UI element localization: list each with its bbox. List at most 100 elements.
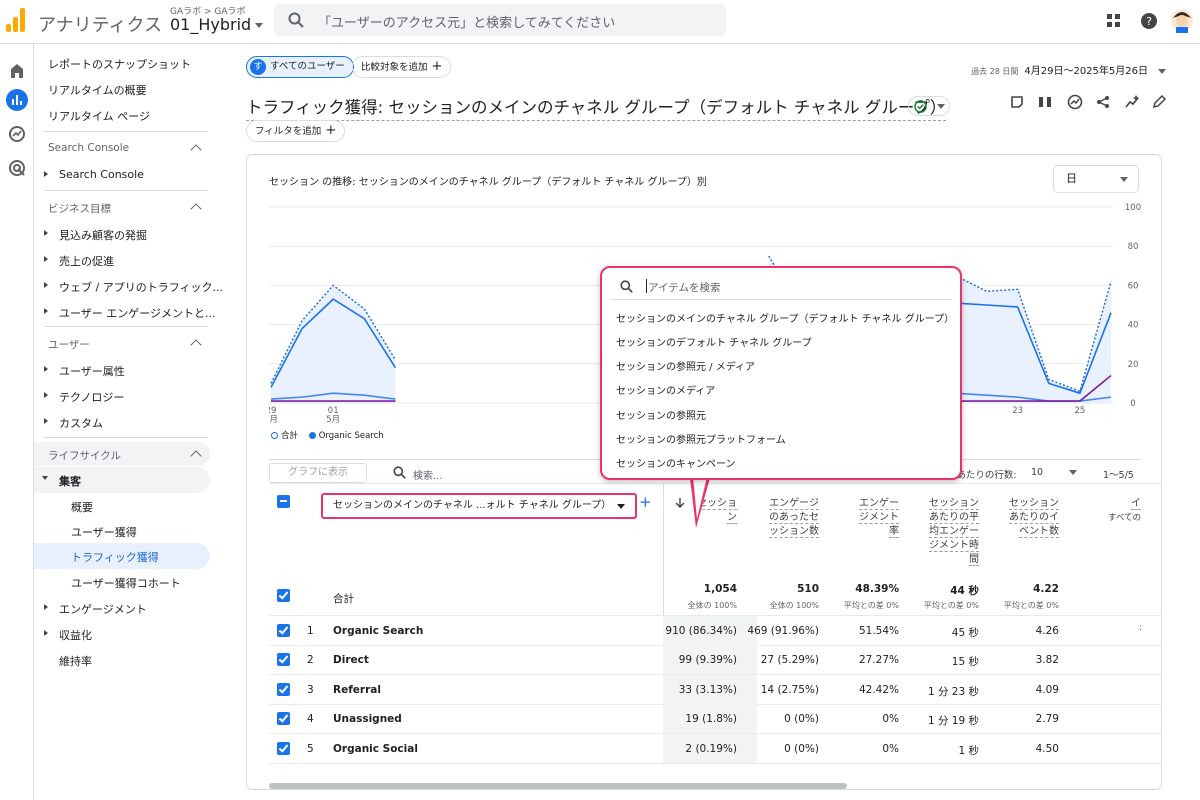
- nav-drive-sales[interactable]: 売上の促進: [59, 253, 114, 269]
- select-all-checkbox[interactable]: [277, 495, 290, 508]
- granularity-select[interactable]: 日: [1053, 165, 1139, 193]
- dimension-option[interactable]: セッションの参照元: [616, 407, 706, 422]
- legend-organic-search[interactable]: Organic Search: [319, 431, 384, 441]
- section-search-console[interactable]: Search Console: [48, 142, 129, 154]
- plot-rows-button[interactable]: グラフに表示: [269, 463, 367, 483]
- home-icon[interactable]: [5, 58, 29, 82]
- chevron-up-icon[interactable]: [190, 144, 202, 156]
- nav-realtime-pages[interactable]: リアルタイム ページ: [48, 108, 150, 124]
- dimension-option[interactable]: セッションのメインのチャネル グループ（デフォルト チャネル グループ）: [616, 310, 954, 325]
- nav-technology[interactable]: テクノロジー: [59, 389, 124, 405]
- channel-name[interactable]: Unassigned: [333, 713, 402, 725]
- segment-chip-all-users[interactable]: すすべてのユーザー: [246, 56, 354, 78]
- metric-header-text: あたりのイ: [1009, 512, 1059, 524]
- avatar[interactable]: [1170, 8, 1194, 34]
- section-lifecycle[interactable]: ライフサイクル: [48, 448, 121, 463]
- trend-sparkle-icon[interactable]: [1124, 94, 1140, 110]
- nav-acquisition[interactable]: 集客: [59, 473, 81, 489]
- dimension-option[interactable]: セッションの参照元 / メディア: [616, 358, 755, 373]
- nav-web-app-traffic[interactable]: ウェブ / アプリのトラフィック...: [59, 279, 223, 295]
- channel-name[interactable]: Referral: [333, 684, 381, 696]
- row-checkbox[interactable]: [277, 624, 290, 637]
- metric-cell: 33 (3.13%): [678, 683, 737, 696]
- main-content: すすべてのユーザー 比較対象を追加 + 過去 28 日間 4月29日～2025年5月…: [212, 44, 1200, 800]
- row-checkbox[interactable]: [277, 682, 290, 696]
- nav-traffic-acquisition[interactable]: トラフィック獲得: [71, 549, 159, 565]
- report-status-button[interactable]: [908, 96, 950, 116]
- row-checkbox[interactable]: [277, 741, 290, 755]
- section-user[interactable]: ユーザー: [48, 337, 90, 352]
- channel-name[interactable]: Organic Social: [333, 743, 418, 755]
- metric-cell: 1 分 23 秒: [927, 685, 979, 698]
- metric-cell: 4.09: [1035, 683, 1059, 696]
- nav-realtime-overview[interactable]: リアルタイムの概要: [48, 82, 147, 98]
- nav-retention[interactable]: 維持率: [59, 653, 92, 669]
- chevron-up-icon[interactable]: [190, 339, 202, 351]
- reports-icon[interactable]: [5, 88, 29, 112]
- metric-cell: 15 秒: [951, 656, 979, 669]
- help-icon[interactable]: ?: [1140, 12, 1158, 30]
- chevron-up-icon[interactable]: [190, 203, 202, 215]
- edit-pencil-icon[interactable]: [1152, 94, 1167, 109]
- metric-header[interactable]: エンゲー ジメント率: [859, 497, 899, 539]
- metric-cell: 19 (1.8%): [685, 713, 737, 726]
- add-filter-button[interactable]: フィルタを追加 +: [246, 120, 346, 142]
- date-range-selector[interactable]: 過去 28 日間 4月29日～2025年5月26日: [971, 62, 1166, 77]
- sort-down-arrow-icon[interactable]: [675, 497, 685, 509]
- legend-organic-marker: [308, 432, 316, 439]
- channel-name[interactable]: Organic Search: [333, 625, 423, 637]
- metric-cell: 42.42%: [858, 683, 899, 696]
- dimension-option[interactable]: セッションのメディア: [616, 382, 715, 397]
- property-selector[interactable]: 01_Hybrid: [170, 15, 264, 34]
- analytics-logo-icon[interactable]: [6, 8, 26, 32]
- row-checkbox[interactable]: [277, 653, 290, 667]
- nav-custom[interactable]: カスタム: [59, 415, 103, 431]
- nav-demographics[interactable]: ユーザー属性: [59, 363, 125, 379]
- metric-header-text: イ: [1131, 498, 1141, 510]
- channel-name[interactable]: Direct: [333, 654, 369, 666]
- explore-icon[interactable]: [5, 122, 29, 146]
- nav-search-console[interactable]: Search Console: [59, 168, 144, 181]
- metric-header-text: セッション: [929, 498, 979, 510]
- section-business-goals[interactable]: ビジネス目標: [48, 201, 111, 216]
- total-row-checkbox[interactable]: [277, 589, 290, 602]
- metric-cell: 469 (91.96%): [747, 625, 819, 637]
- add-dimension-plus-icon[interactable]: +: [639, 493, 652, 511]
- metric-header[interactable]: セッション あたりの平 均エンゲー ジメント時間: [929, 497, 979, 567]
- add-comparison-button[interactable]: 比較対象を追加 +: [352, 56, 452, 78]
- metric-header[interactable]: エンゲージ のあったセ ッション数: [769, 497, 819, 539]
- nav-monetization[interactable]: 収益化: [59, 627, 92, 643]
- metric-cell: 0 (0%): [784, 713, 819, 726]
- nav-user-engagement[interactable]: ユーザー エンゲージメントと...: [59, 305, 216, 321]
- row-checkbox[interactable]: [277, 712, 290, 726]
- dimension-option[interactable]: セッションのキャンペーン: [616, 455, 736, 470]
- nav-engagement[interactable]: エンゲージメント: [59, 601, 147, 617]
- collapse-arrow-icon: [42, 476, 48, 480]
- legend-total[interactable]: 合計: [281, 431, 298, 441]
- apps-grid-icon[interactable]: [1106, 13, 1122, 29]
- metric-header[interactable]: イすべての: [1108, 497, 1141, 525]
- horizontal-scrollbar[interactable]: [269, 783, 847, 789]
- metric-header[interactable]: セッション あたりのイ ベント数: [1009, 497, 1059, 539]
- dimension-option[interactable]: セッションのデフォルト チャネル グループ: [616, 334, 812, 349]
- y-tick-label: 40: [1128, 321, 1139, 331]
- total-value: 44 秒: [950, 585, 979, 597]
- compare-icon[interactable]: [1038, 95, 1052, 109]
- primary-dimension-selector[interactable]: セッションのメインのチャネル ...ォルト チャネル グループ）: [321, 493, 637, 519]
- metric-header-text: のあったセ: [769, 512, 819, 524]
- x-tick-label: 5月: [326, 415, 340, 425]
- share-icon[interactable]: [1096, 95, 1110, 109]
- nav-snapshot[interactable]: レポートのスナップショット: [48, 56, 191, 72]
- insights-icon[interactable]: [1067, 94, 1083, 110]
- nav-user-acquisition[interactable]: ユーザー獲得: [71, 524, 137, 540]
- rows-per-page-select[interactable]: 10: [1031, 467, 1078, 478]
- nav-lead-generation[interactable]: 見込み顧客の発掘: [59, 227, 147, 243]
- search-bar[interactable]: 「ユーザーのアクセス元」と検索してみてください: [274, 4, 726, 36]
- advertising-icon[interactable]: [5, 156, 29, 180]
- note-icon[interactable]: [1010, 95, 1024, 109]
- nav-acquisition-cohort[interactable]: ユーザー獲得コホート: [71, 575, 181, 591]
- dimension-option[interactable]: セッションの参照元プラットフォーム: [616, 431, 786, 446]
- nav-acq-overview[interactable]: 概要: [71, 499, 93, 515]
- total-sub: 全体の 100%: [769, 601, 819, 610]
- table-search-input[interactable]: 検索...: [413, 467, 443, 482]
